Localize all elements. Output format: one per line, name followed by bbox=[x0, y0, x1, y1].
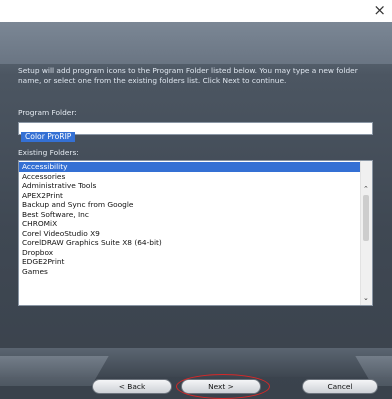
list-item[interactable]: Accessibility bbox=[19, 162, 360, 172]
program-folder-input[interactable]: Color ProRIP bbox=[18, 122, 373, 142]
header-banner bbox=[0, 22, 392, 64]
list-item[interactable]: Backup and Sync from Google bbox=[19, 200, 360, 210]
setup-dialog: Setup will add program icons to the Prog… bbox=[0, 22, 392, 399]
list-item[interactable]: Dropbox bbox=[19, 248, 360, 258]
list-item[interactable]: Accessories bbox=[19, 172, 360, 182]
back-button[interactable]: < Back bbox=[92, 379, 172, 394]
list-item[interactable]: APEX2Print bbox=[19, 191, 360, 201]
list-item[interactable]: CorelDRAW Graphics Suite X8 (64-bit) bbox=[19, 238, 360, 248]
cancel-button[interactable]: Cancel bbox=[302, 379, 378, 394]
list-item[interactable]: Administrative Tools bbox=[19, 181, 360, 191]
close-icon[interactable]: × bbox=[373, 1, 386, 19]
list-item[interactable]: EDGE2Print bbox=[19, 257, 360, 267]
scroll-up-icon[interactable]: ⌃ bbox=[363, 185, 369, 193]
existing-folders-label: Existing Folders: bbox=[18, 148, 79, 157]
list-scrollbar[interactable]: ⌃ ⌄ bbox=[360, 161, 372, 305]
program-folder-value: Color ProRIP bbox=[21, 132, 76, 142]
program-folder-label: Program Folder: bbox=[18, 108, 77, 117]
scroll-down-icon[interactable]: ⌄ bbox=[363, 294, 369, 302]
instructions-text: Setup will add program icons to the Prog… bbox=[18, 66, 358, 85]
title-bar: × bbox=[0, 0, 392, 22]
list-item[interactable]: Games bbox=[19, 267, 360, 277]
list-item[interactable]: Corel VideoStudio X9 bbox=[19, 229, 360, 239]
list-item[interactable]: CHROMiX bbox=[19, 219, 360, 229]
scroll-thumb[interactable] bbox=[363, 195, 369, 241]
next-highlight-circle bbox=[176, 374, 270, 399]
list-item[interactable]: Best Software, Inc bbox=[19, 210, 360, 220]
existing-folders-list[interactable]: Accessibility Accessories Administrative T… bbox=[18, 160, 373, 306]
